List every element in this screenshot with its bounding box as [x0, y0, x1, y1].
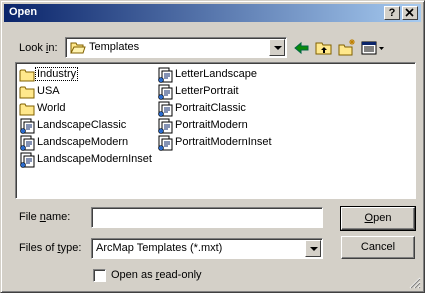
map-template-icon	[157, 118, 173, 134]
help-button[interactable]: ?	[384, 6, 400, 20]
folder-icon	[19, 84, 35, 100]
folder-open-icon	[70, 42, 86, 54]
window-title: Open	[9, 6, 38, 18]
file-type-dropdown-button[interactable]	[305, 240, 321, 257]
back-arrow-icon	[294, 41, 309, 55]
file-type-dropdown[interactable]: ArcMap Templates (*.mxt)	[91, 238, 323, 259]
map-template-icon	[19, 135, 35, 151]
view-menu-icon	[361, 41, 384, 55]
file-item-label: LetterLandscape	[175, 68, 257, 80]
file-type-label: Files of type:	[19, 242, 82, 254]
open-button[interactable]: Open	[340, 206, 416, 231]
open-dialog: Open ? Look in: Templates Industry USA W…	[0, 0, 425, 293]
file-list[interactable]: Industry USA World LandscapeClassic Landscap…	[15, 62, 416, 199]
up-one-level-button[interactable]	[314, 38, 334, 58]
up-folder-icon	[315, 42, 332, 55]
resize-grip-icon[interactable]	[409, 277, 421, 289]
folder-icon	[19, 101, 35, 117]
file-item-label: Industry	[34, 67, 79, 81]
file-name-input[interactable]	[91, 207, 323, 228]
map-template-icon	[157, 67, 173, 83]
look-in-dropdown-button[interactable]	[269, 39, 285, 56]
folder-icon	[19, 67, 35, 83]
look-in-label: Look in:	[19, 42, 58, 54]
map-template-icon	[19, 118, 35, 134]
file-name-label: File name:	[19, 211, 71, 223]
read-only-checkbox[interactable]	[93, 269, 106, 282]
cancel-button[interactable]: Cancel	[341, 236, 415, 259]
view-menu-button[interactable]	[360, 38, 386, 58]
create-new-folder-button[interactable]	[337, 38, 357, 58]
file-type-value: ArcMap Templates (*.mxt)	[96, 242, 223, 254]
new-folder-icon	[338, 39, 355, 56]
file-item-label: LandscapeModernInset	[37, 153, 152, 165]
file-item-label: LetterPortrait	[175, 85, 239, 97]
look-in-dropdown[interactable]: Templates	[65, 37, 287, 58]
close-icon	[405, 8, 414, 17]
file-item-label: LandscapeClassic	[37, 119, 127, 131]
map-template-icon	[157, 84, 173, 100]
map-template-icon	[157, 135, 173, 151]
map-template-icon	[19, 152, 35, 168]
file-item-label: LandscapeModern	[37, 136, 129, 148]
title-bar[interactable]: Open ?	[4, 4, 421, 22]
close-button[interactable]	[402, 6, 418, 20]
look-in-value: Templates	[89, 41, 140, 53]
file-item-label: PortraitModernInset	[175, 136, 272, 148]
file-item-label: PortraitModern	[175, 119, 248, 131]
read-only-label[interactable]: Open as read-only	[111, 269, 202, 281]
file-item-label: PortraitClassic	[175, 102, 246, 114]
file-item-label: USA	[37, 85, 60, 97]
back-button[interactable]	[292, 38, 312, 58]
map-template-icon	[157, 101, 173, 117]
file-item-label: World	[37, 102, 66, 114]
